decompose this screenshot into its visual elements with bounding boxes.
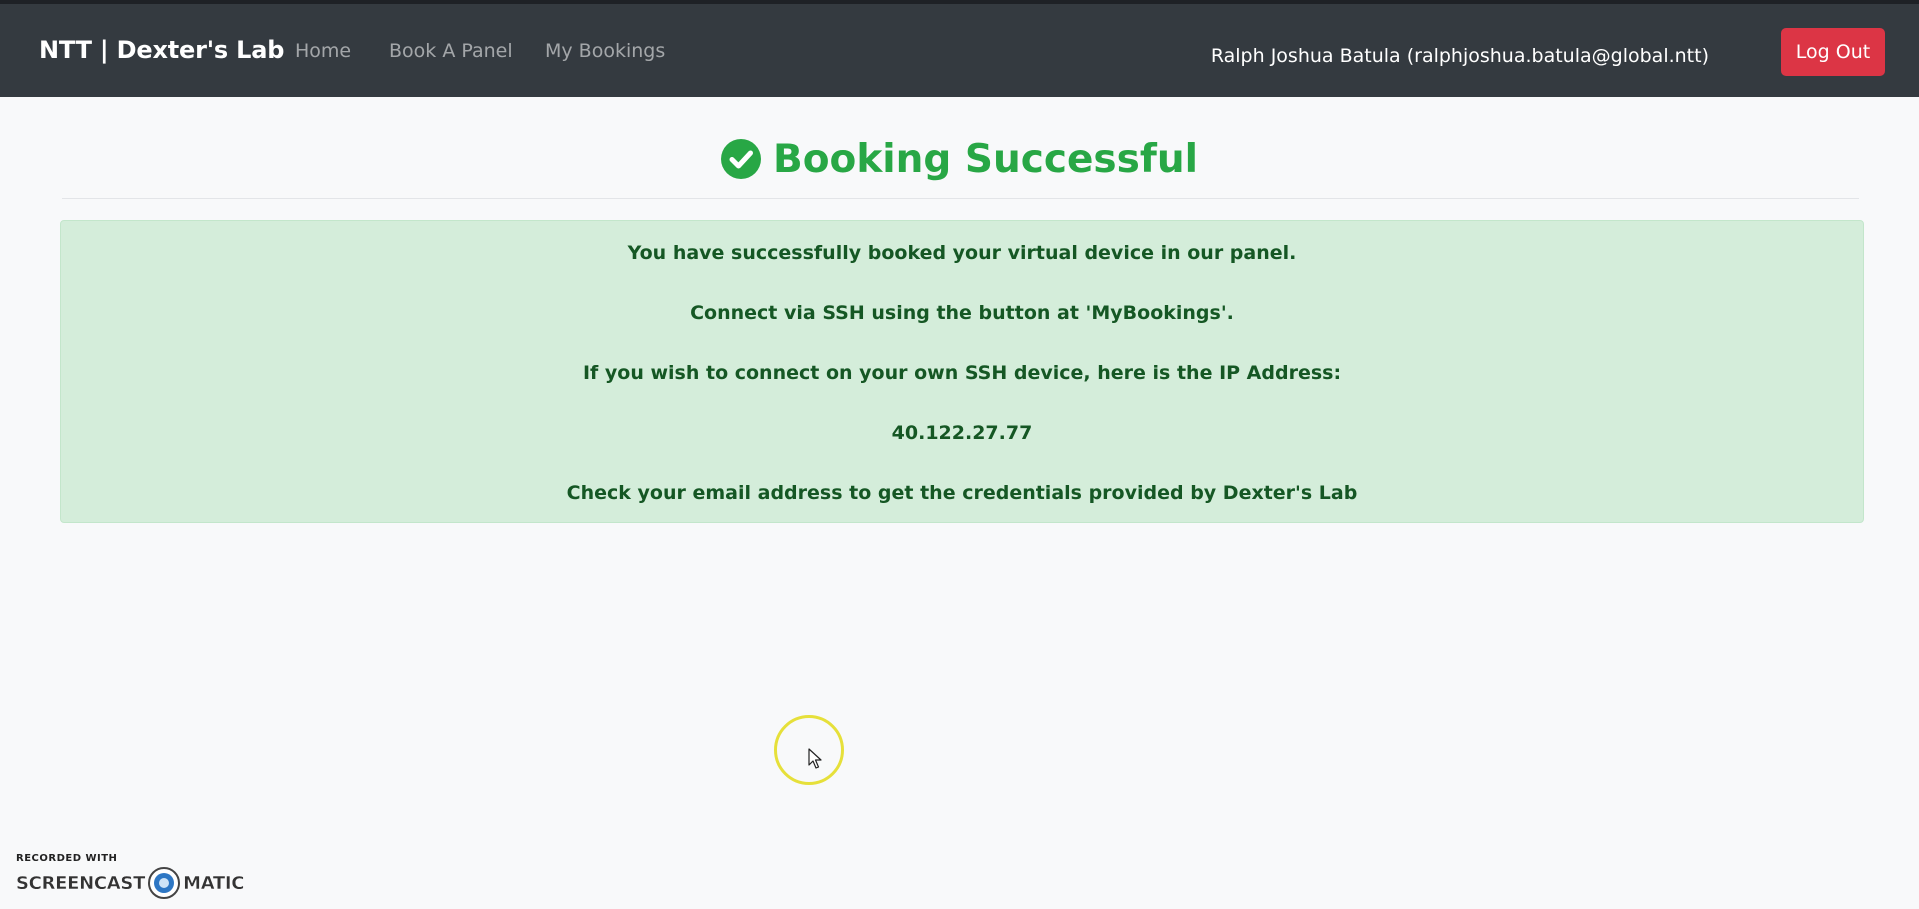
alert-line-own-device: If you wish to connect on your own SSH d…	[582, 362, 1342, 384]
screencast-logo-icon	[148, 867, 181, 899]
nav-my-bookings-link[interactable]: My Bookings	[545, 40, 665, 62]
watermark-recorded-with: RECORDED WITH	[16, 853, 118, 864]
alert-line-credentials: Check your email address to get the cred…	[566, 482, 1358, 504]
divider	[62, 198, 1859, 199]
success-alert: You have successfully booked your virtua…	[60, 220, 1864, 523]
page-title: Booking Successful	[773, 136, 1198, 182]
ip-address: 40.122.27.77	[891, 422, 1033, 444]
nav-book-panel-link[interactable]: Book A Panel	[389, 40, 513, 62]
screencast-watermark: RECORDED WITH SCREENCAST MATIC	[16, 853, 245, 899]
check-circle-icon	[721, 139, 762, 179]
brand-logo[interactable]: NTT | Dexter's Lab	[39, 36, 284, 64]
alert-line-booked: You have successfully booked your virtua…	[627, 242, 1297, 264]
navbar: NTT | Dexter's Lab Home Book A Panel My …	[0, 4, 1919, 97]
logout-button[interactable]: Log Out	[1781, 28, 1885, 76]
watermark-right-text: MATIC	[183, 872, 245, 894]
watermark-left-text: SCREENCAST	[16, 872, 146, 894]
page-header: Booking Successful	[0, 134, 1919, 184]
alert-line-connect: Connect via SSH using the button at 'MyB…	[690, 302, 1234, 324]
mouse-pointer-icon	[808, 748, 822, 769]
nav-home-link[interactable]: Home	[295, 40, 351, 62]
user-info: Ralph Joshua Batula (ralphjoshua.batula@…	[1210, 45, 1709, 67]
